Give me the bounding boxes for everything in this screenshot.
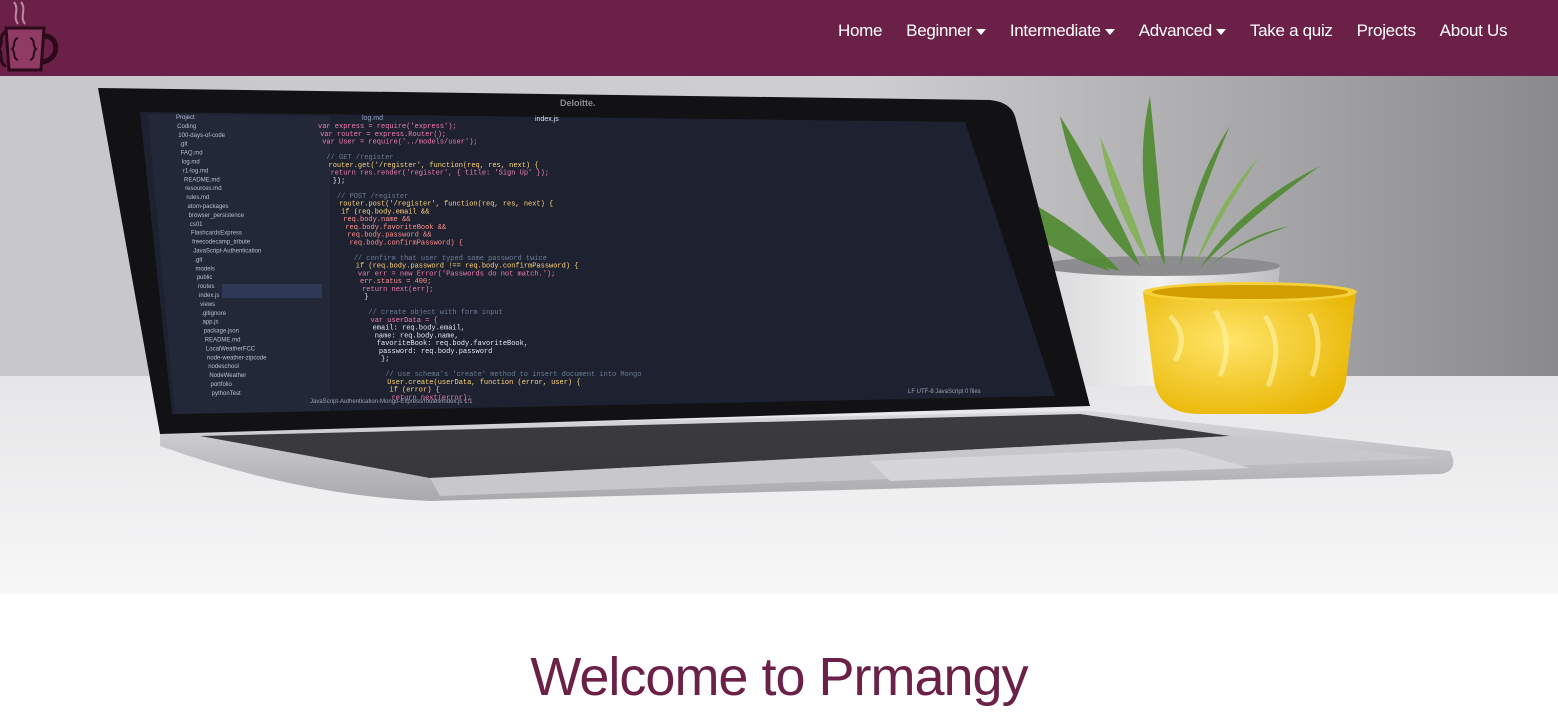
nav-projects[interactable]: Projects — [1345, 21, 1428, 41]
file-tree-item: routes — [198, 284, 215, 290]
file-tree-item: cs01 — [190, 222, 203, 228]
file-tree-item: resources.md — [185, 186, 221, 192]
file-tree-item: Coding — [177, 124, 196, 130]
hero-image: Deloitte. log.md index.js Project Coding 1… — [0, 76, 1558, 594]
file-tree-item: FlashcardsExpress — [191, 231, 242, 237]
caret-down-icon — [975, 28, 986, 35]
file-tree-item: 100-days-of-code — [178, 133, 225, 139]
file-tree-item: browser_persistence — [189, 213, 245, 219]
nav-intermediate-dropdown[interactable]: Intermediate — [998, 21, 1127, 41]
file-tree-item: README.md — [184, 177, 220, 183]
file-tree-item: models — [196, 266, 215, 272]
file-tree-item: .git — [194, 257, 202, 263]
nav-beginner-dropdown[interactable]: Beginner — [894, 21, 998, 41]
caret-down-icon — [1104, 28, 1115, 35]
editor-status-right: LF UTF-8 JavaScript 0 files — [908, 389, 981, 395]
laptop-code-desk-photo: Deloitte. log.md index.js Project Coding 1… — [0, 76, 1558, 594]
file-tree-item: node-weather-zipcode — [207, 355, 267, 361]
nav-projects-label: Projects — [1356, 21, 1416, 40]
file-tree-item: public — [197, 275, 213, 281]
nav-advanced-dropdown[interactable]: Advanced — [1127, 21, 1238, 41]
nav-take-a-quiz[interactable]: Take a quiz — [1238, 21, 1345, 41]
nav-about-us[interactable]: About Us — [1428, 21, 1520, 41]
file-tree-item: pythonTest — [212, 391, 241, 397]
file-tree-item: .git — [179, 142, 187, 148]
code-line: } — [364, 294, 368, 302]
file-tree-item: r1-log.md — [183, 168, 208, 174]
file-tree-item: rules.md — [186, 195, 209, 201]
code-line: return next(err); — [362, 286, 433, 294]
webcam-label: Deloitte. — [560, 98, 596, 108]
code-line: }); — [333, 177, 346, 185]
welcome-title: Welcome to Prmangy — [530, 647, 1028, 707]
nav-menu: Home Beginner Intermediate Advanced Take… — [826, 0, 1519, 62]
caret-down-icon — [1215, 28, 1226, 35]
file-tree-item: FAQ.md — [181, 151, 203, 157]
file-tree-item: atom-packages — [188, 204, 229, 210]
file-tree-item: nodeschool — [208, 364, 239, 370]
nav-advanced-label: Advanced — [1138, 21, 1213, 40]
file-tree-item: Project — [176, 115, 195, 121]
file-tree-item: app.js — [202, 320, 218, 326]
nav-take-a-quiz-label: Take a quiz — [1249, 21, 1333, 40]
code-line: var User = require('../models/user'); — [322, 139, 477, 147]
file-tree-item: README.md — [205, 338, 241, 344]
nav-home-label: Home — [838, 21, 883, 40]
nav-about-us-label: About Us — [1439, 21, 1508, 40]
coffee-cup-braces-icon — [0, 1, 59, 72]
code-line: req.body.confirmPassword) { — [350, 239, 463, 247]
file-tree-item: NodeWeather — [209, 373, 246, 379]
file-tree-item: index.js — [199, 293, 219, 299]
editor-status-left: JavaScript-Authentication-Mongo-Express/… — [310, 399, 473, 405]
code-line: return res.render('register', { title: '… — [331, 170, 549, 178]
file-tree-item: .gitignore — [201, 311, 226, 317]
file-tree-item: portfolio — [211, 382, 233, 388]
file-tree-item: freecodecamp_tribute — [192, 240, 251, 246]
file-tree-item: log.md — [182, 160, 200, 166]
code-line: password: req.body.password — [379, 348, 492, 356]
editor-tab-index: index.js — [535, 116, 559, 123]
file-tree-item: LocalWeatherFCC — [206, 346, 256, 352]
code-line: }; — [381, 356, 389, 364]
logo[interactable] — [0, 0, 64, 76]
nav-beginner-label: Beginner — [906, 21, 972, 40]
navbar: Home Beginner Intermediate Advanced Take… — [0, 0, 1558, 76]
file-tree-item: package.json — [204, 329, 239, 335]
file-tree-item: JavaScript-Authentication — [193, 249, 261, 255]
editor-tab-log: log.md — [362, 115, 383, 122]
file-tree-item: views — [200, 302, 215, 308]
nav-home[interactable]: Home — [826, 21, 894, 41]
yellow-mug — [1143, 282, 1357, 414]
nav-intermediate-label: Intermediate — [1009, 21, 1101, 40]
